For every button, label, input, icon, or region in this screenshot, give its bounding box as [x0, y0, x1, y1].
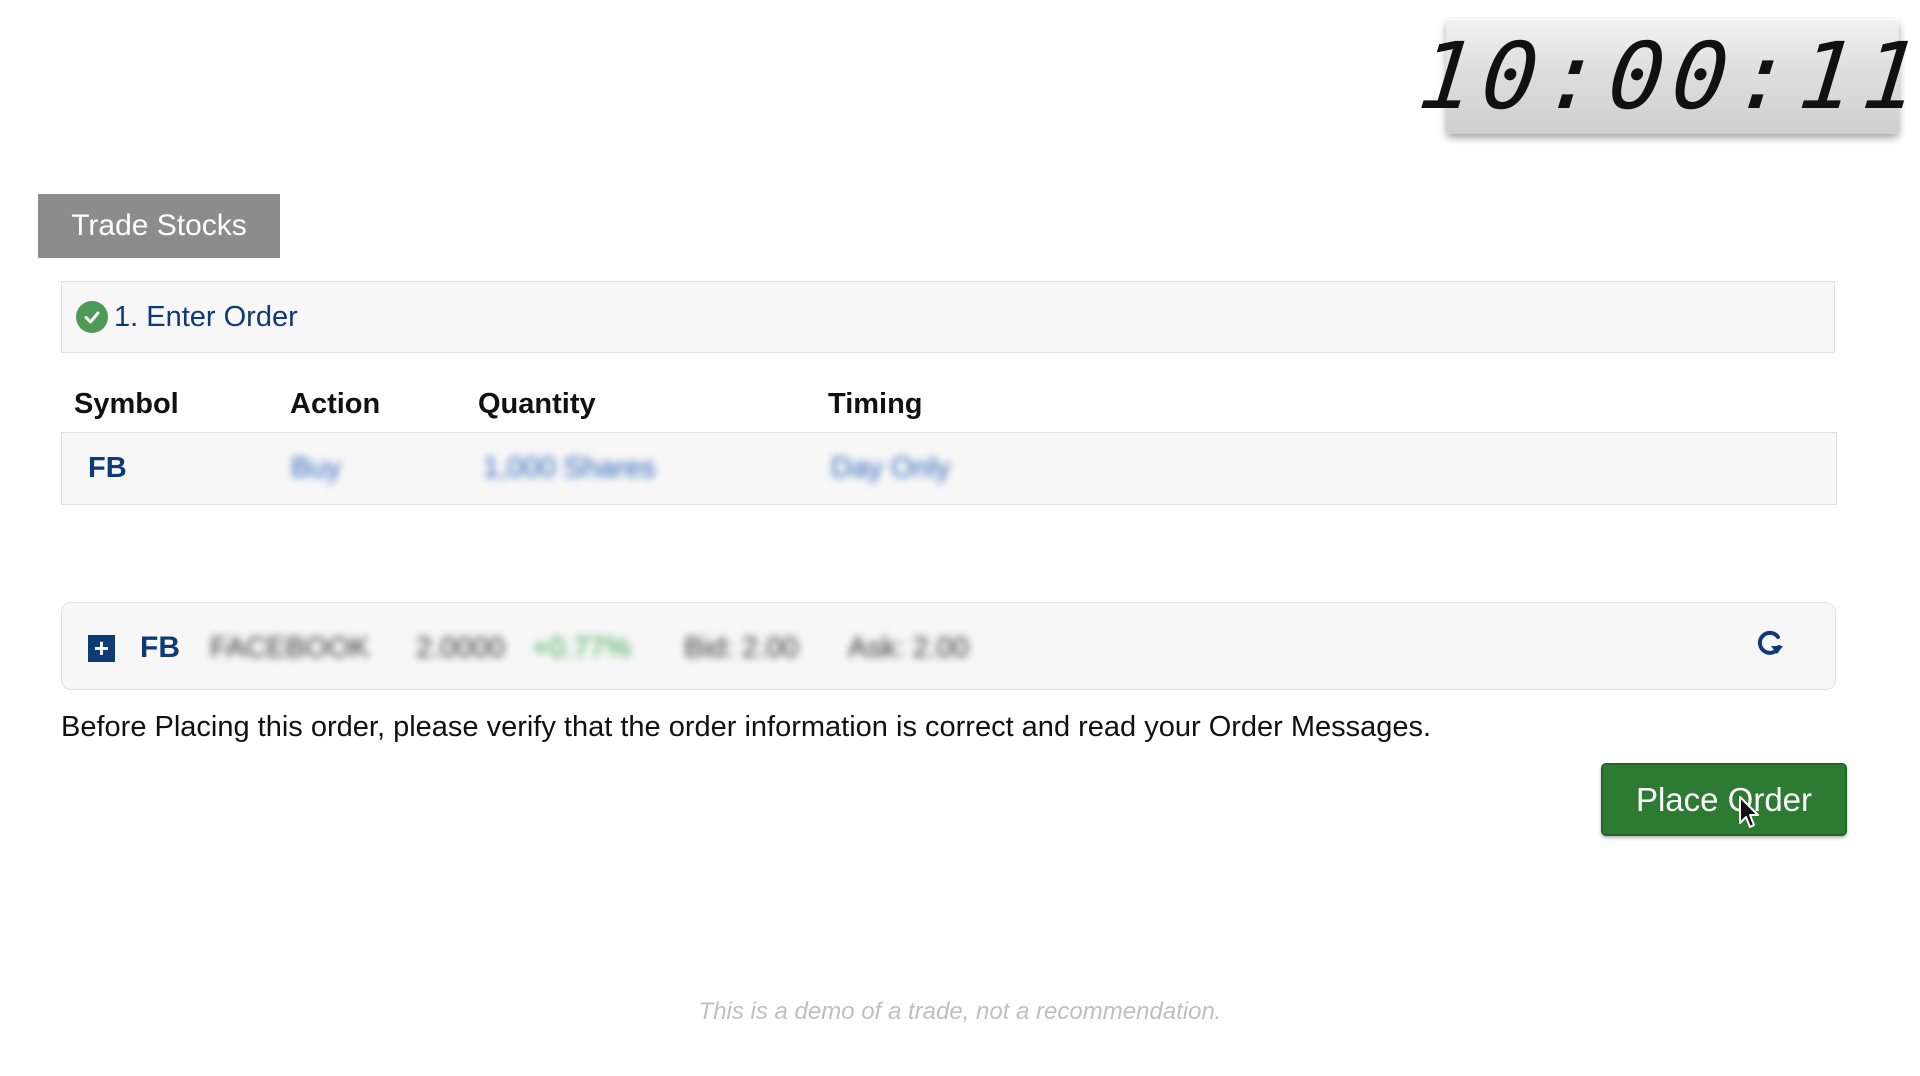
disclaimer-text: This is a demo of a trade, not a recomme…: [698, 998, 1222, 1025]
header-timing: Timing: [828, 388, 923, 420]
table-row: FB Buy 1,000 Shares Day Only: [61, 432, 1837, 505]
mouse-cursor-icon: [1738, 795, 1762, 831]
quote-price: 2.0000: [416, 631, 505, 664]
quote-box: + FB FACEBOOK 2.0000 +0.77% Bid: 2.00 As…: [61, 602, 1836, 690]
plus-square-icon[interactable]: +: [88, 635, 115, 662]
quote-change: +0.77%: [532, 631, 632, 664]
quote-company-name: FACEBOOK: [210, 631, 370, 664]
order-quantity: 1,000 Shares: [483, 452, 656, 484]
refresh-icon[interactable]: [1752, 625, 1788, 661]
step-title: 1. Enter Order: [114, 300, 298, 333]
check-circle-icon: [76, 301, 108, 333]
order-timing: Day Only: [831, 452, 951, 484]
clock-time: 10:00:11: [1413, 23, 1920, 130]
header-quantity: Quantity: [478, 388, 596, 420]
tab-trade-stocks[interactable]: Trade Stocks: [38, 194, 280, 258]
step-header: 1. Enter Order: [61, 281, 1835, 353]
trade-page: 10:00:11 Trade Stocks 1. Enter Order Sym…: [0, 0, 1920, 1076]
order-table-header: Symbol Action Quantity Timing: [0, 388, 1920, 428]
quote-symbol: FB: [140, 631, 180, 664]
order-action: Buy: [291, 452, 341, 484]
quote-ask: Ask: 2.00: [848, 631, 969, 664]
quote-bid: Bid: 2.00: [684, 631, 799, 664]
order-symbol: FB: [88, 452, 127, 484]
place-order-button[interactable]: Place Order: [1601, 763, 1847, 836]
digital-clock: 10:00:11: [1413, 19, 1920, 134]
header-action: Action: [290, 388, 381, 420]
verification-notice: Before Placing this order, please verify…: [61, 711, 1432, 743]
header-symbol: Symbol: [74, 388, 179, 420]
